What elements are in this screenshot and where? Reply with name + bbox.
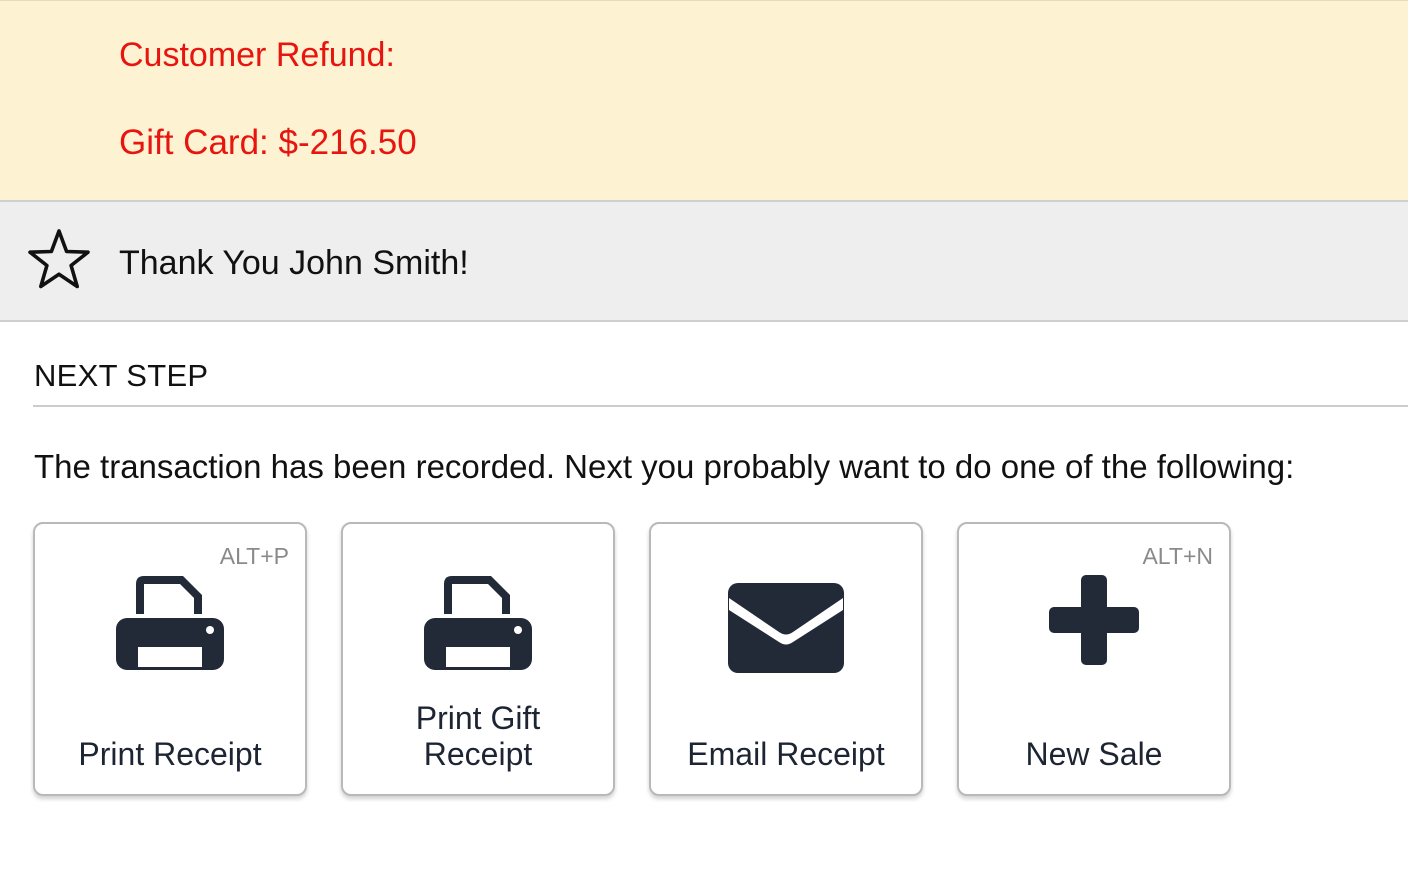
next-step-heading: NEXT STEP bbox=[34, 358, 209, 393]
thank-you-message: Thank You John Smith! bbox=[119, 244, 469, 282]
print-gift-receipt-button[interactable]: Print Gift Receipt bbox=[341, 522, 615, 796]
print-gift-receipt-label: Print Gift Receipt bbox=[415, 700, 541, 772]
new-sale-label: New Sale bbox=[1025, 736, 1163, 772]
next-step-instructions: The transaction has been recorded. Next … bbox=[34, 448, 1295, 485]
star-outline-icon bbox=[28, 229, 90, 289]
refund-gift-card-amount: Gift Card: $-216.50 bbox=[119, 123, 417, 162]
print-receipt-label: Print Receipt bbox=[78, 736, 262, 772]
new-sale-button[interactable]: ALT+N New Sale bbox=[957, 522, 1231, 796]
email-receipt-label: Email Receipt bbox=[687, 736, 885, 772]
email-receipt-button[interactable]: Email Receipt bbox=[649, 522, 923, 796]
print-receipt-button[interactable]: ALT+P Print Receipt bbox=[33, 522, 307, 796]
refund-title: Customer Refund: bbox=[119, 36, 395, 74]
section-divider bbox=[33, 405, 1408, 407]
refund-banner: Customer Refund: Gift Card: $-216.50 bbox=[0, 0, 1408, 202]
